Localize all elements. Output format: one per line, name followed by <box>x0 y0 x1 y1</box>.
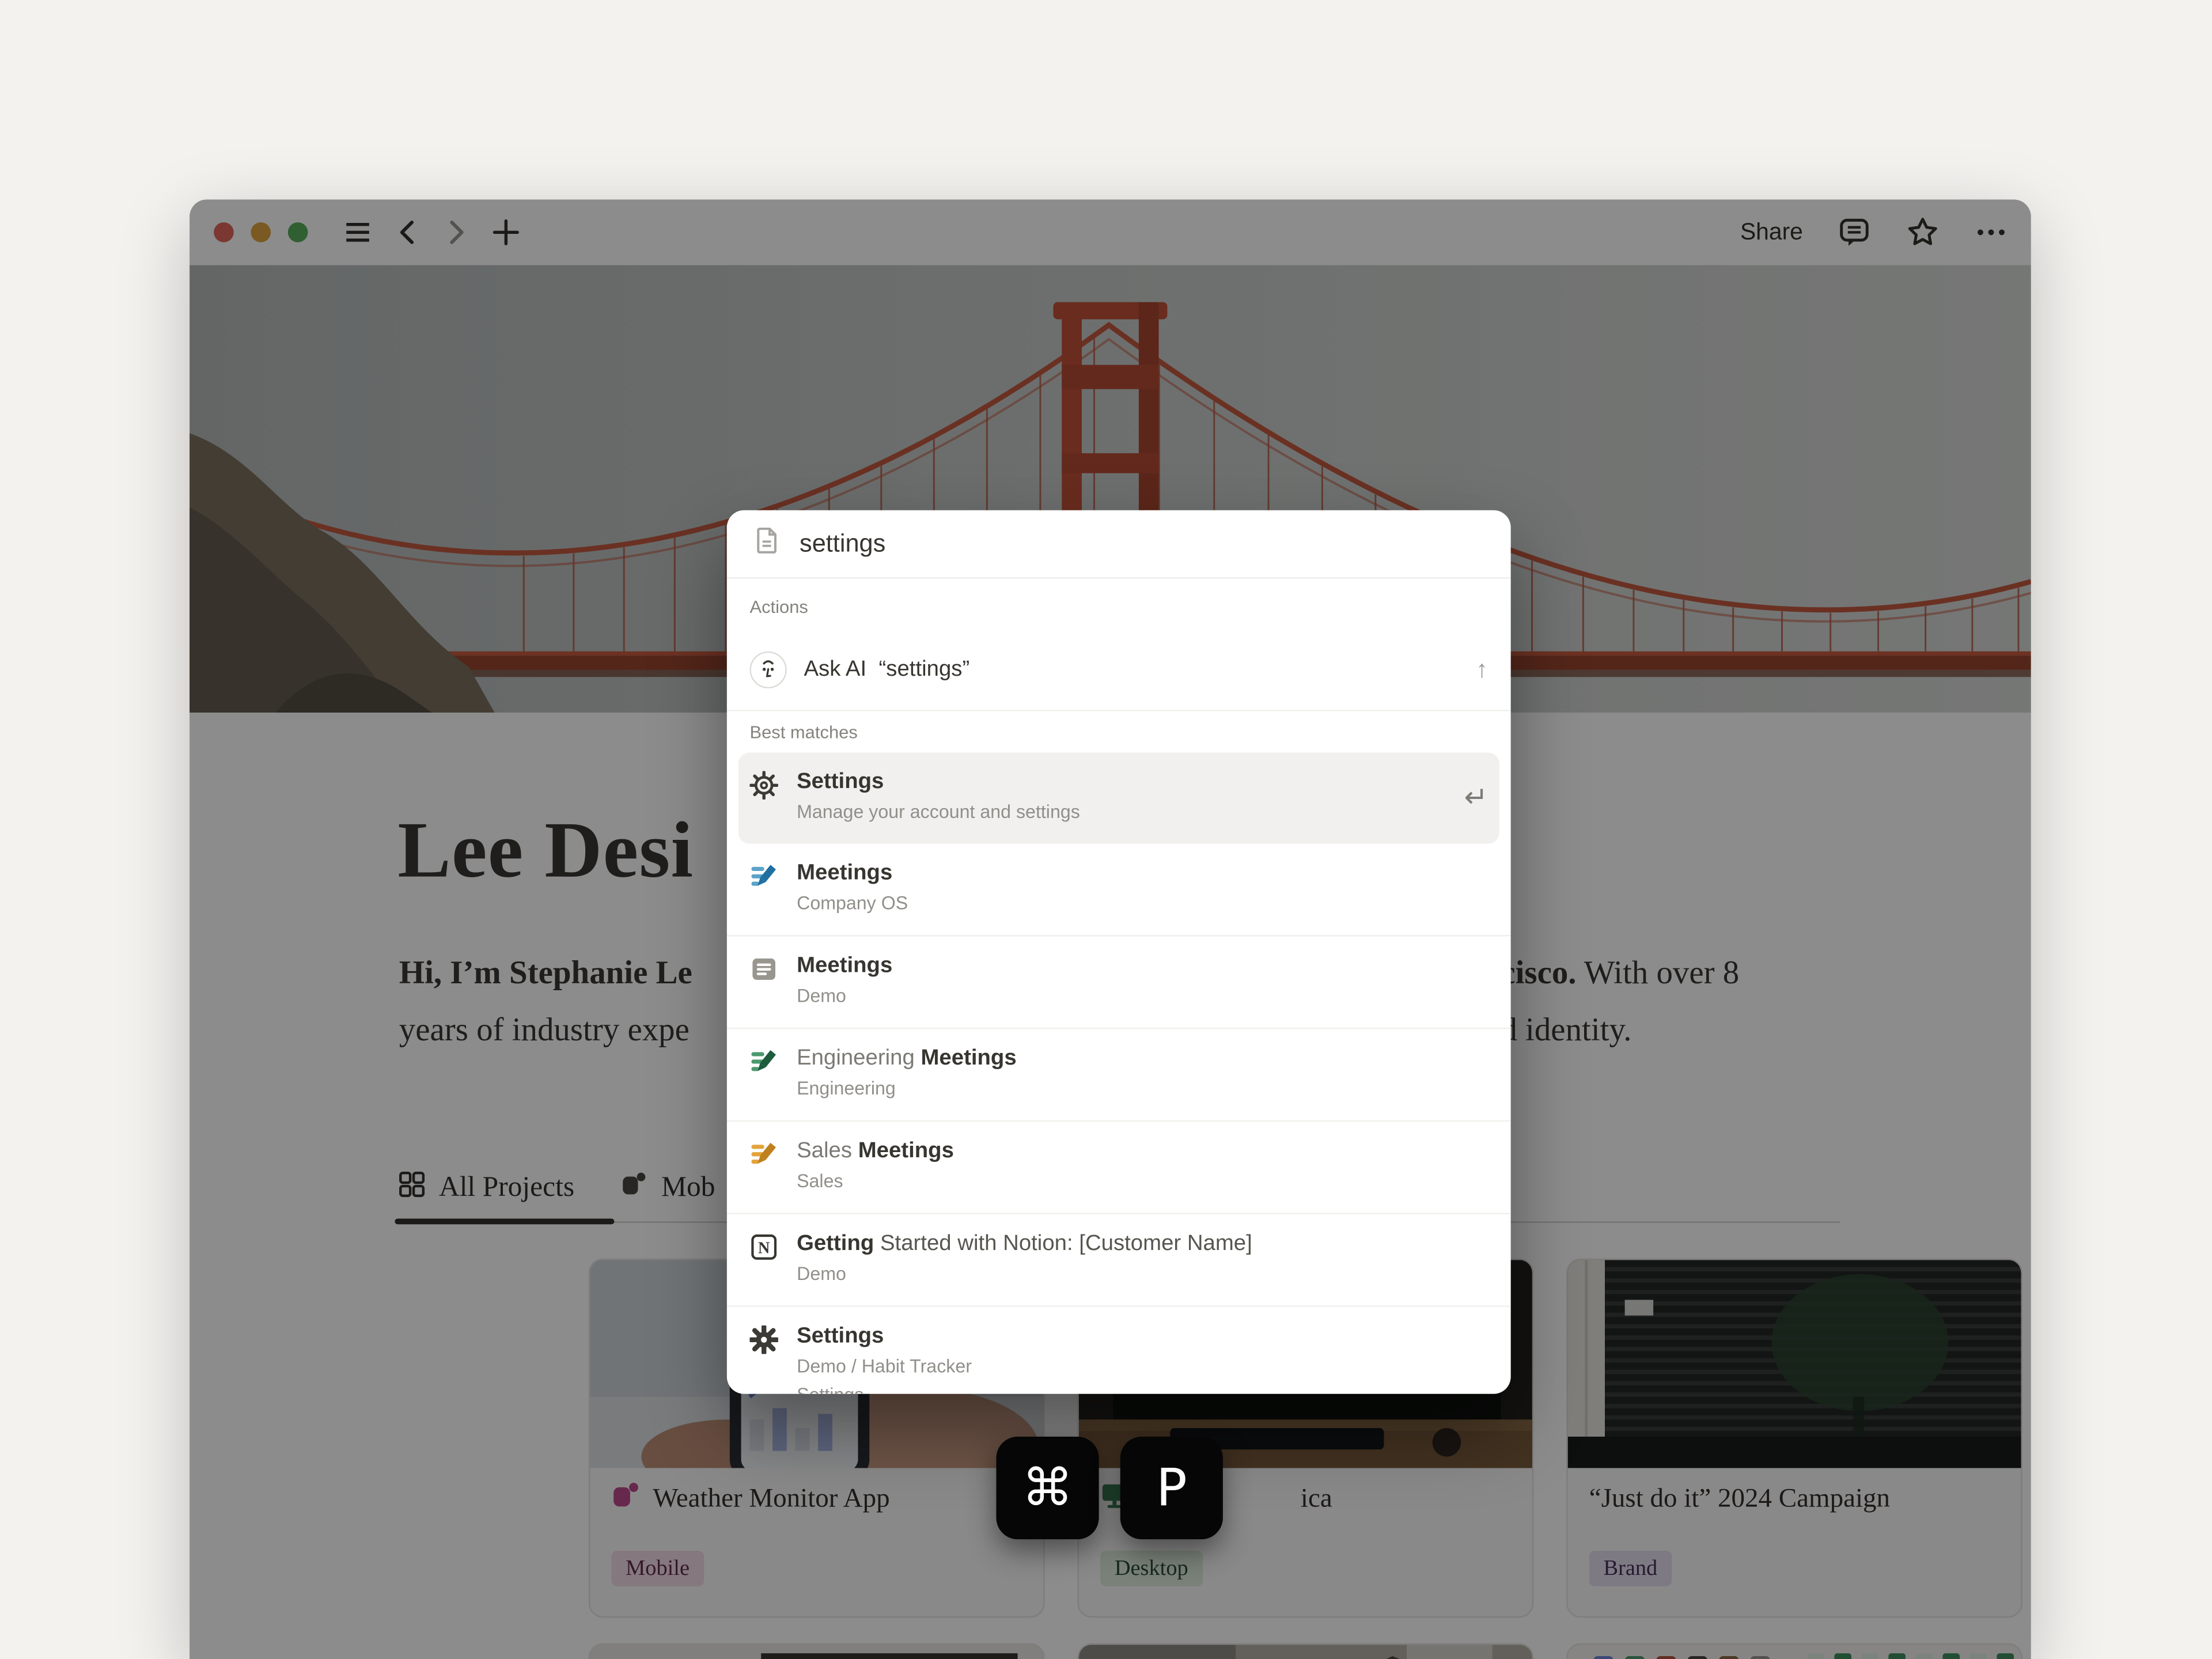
result-title: Meetings <box>797 952 892 980</box>
search-result[interactable]: Engineering Meetings Engineering <box>727 1028 1511 1120</box>
arrow-up-icon: ↑ <box>1476 656 1488 684</box>
screen: Share Lee Desi Hi, I’m Stephanie Le ci <box>0 0 2212 1659</box>
result-title: Settings <box>797 768 1080 797</box>
search-result[interactable]: Meetings Company OS <box>727 844 1511 935</box>
return-key-icon: ↵ <box>1464 779 1488 813</box>
search-input[interactable]: settings <box>800 529 885 559</box>
notion-logo-icon: N <box>749 1233 778 1261</box>
result-subtitle: Demo <box>797 983 892 1009</box>
search-result[interactable]: Meetings Demo <box>727 935 1511 1028</box>
svg-text:N: N <box>758 1239 770 1257</box>
ask-ai-label: Ask AI “settings” <box>804 657 969 683</box>
result-subtitle: Sales <box>797 1169 954 1195</box>
shortcut-key-overlay: ⌘P <box>996 1437 1222 1539</box>
page-doc-icon <box>752 526 781 562</box>
command-keycap: ⌘ <box>996 1437 1099 1539</box>
result-title: Meetings <box>797 859 908 888</box>
p-keycap: P <box>1120 1437 1223 1539</box>
result-subtitle: Demo <box>797 1262 1252 1287</box>
search-result[interactable]: N Getting Started with Notion: [Customer… <box>727 1213 1511 1306</box>
actions-section-label: Actions <box>749 596 1488 619</box>
search-result[interactable]: Settings Manage your account and settings… <box>738 752 1499 843</box>
gear-icon <box>749 771 778 800</box>
result-title: Engineering Meetings <box>797 1045 1017 1073</box>
result-title: Getting Started with Notion: [Customer N… <box>797 1230 1252 1258</box>
search-result[interactable]: Settings Demo / Habit Tracker Settings <box>727 1305 1511 1393</box>
search-result[interactable]: Sales Meetings Sales <box>727 1120 1511 1213</box>
best-matches-section-label: Best matches <box>749 721 1488 744</box>
result-subtitle: Engineering <box>797 1076 1017 1102</box>
result-subtitle: Company OS <box>797 891 908 916</box>
result-title: Settings <box>797 1323 972 1351</box>
ask-ai-row[interactable]: Ask AI “settings” ↑ <box>727 638 1511 701</box>
card-gray-icon <box>749 955 778 983</box>
list-pencil-amber-icon <box>749 1140 778 1168</box>
result-subtitle: Manage your account and settings <box>797 800 1080 825</box>
list-pencil-blue-icon <box>749 862 778 891</box>
section-divider <box>727 710 1511 711</box>
search-input-row[interactable]: settings <box>727 510 1511 579</box>
gear-solid-icon <box>749 1325 778 1354</box>
result-subtitle: Settings <box>797 1382 972 1394</box>
search-modal: settings Actions Ask AI “settings” ↑ Bes… <box>727 510 1511 1394</box>
result-subtitle: Demo / Habit Tracker <box>797 1354 972 1380</box>
list-pencil-green-icon <box>749 1048 778 1076</box>
ai-face-icon <box>749 652 786 688</box>
result-title: Sales Meetings <box>797 1137 954 1165</box>
